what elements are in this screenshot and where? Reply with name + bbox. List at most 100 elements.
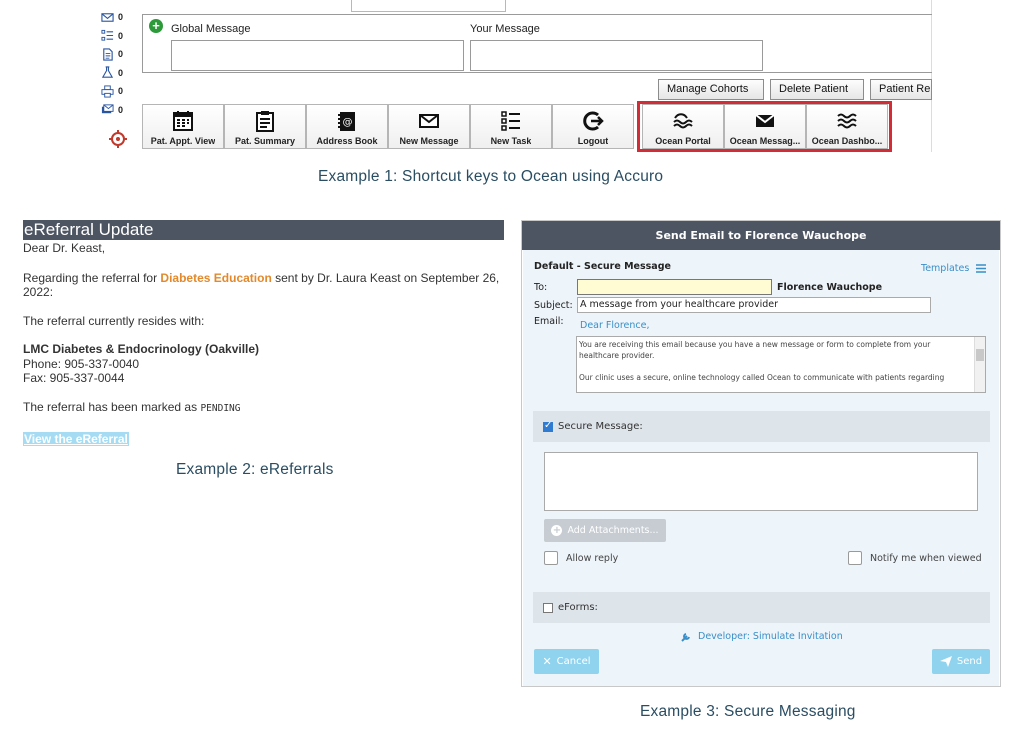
email-body-textarea[interactable]: You are receiving this email because you… xyxy=(576,336,986,393)
secure-message-section: Secure Message: xyxy=(533,411,990,442)
mail-count: 0 xyxy=(118,12,124,23)
eforms-checkbox[interactable] xyxy=(543,602,553,613)
patient-record-button[interactable]: Patient Re xyxy=(870,79,932,100)
view-ereferral-link[interactable]: View the eReferral xyxy=(23,432,129,446)
caption-example-2: Example 2: eReferrals xyxy=(176,461,334,478)
recipient-name: Florence Wauchope xyxy=(777,282,883,293)
new-task-label: New Task xyxy=(490,136,532,146)
printer-icon xyxy=(101,85,114,98)
left-icon-column: 0 0 0 0 0 0 xyxy=(101,8,135,119)
pat-summary-label: Pat. Summary xyxy=(234,136,296,146)
global-message-label: Global Message xyxy=(171,23,251,35)
subject-label: Subject: xyxy=(534,300,573,311)
send-email-dialog: Send Email to Florence Wauchope Default … xyxy=(521,220,1001,687)
logout-label: Logout xyxy=(577,136,609,146)
secure-message-field[interactable] xyxy=(544,452,978,511)
status-line: The referral has been marked as PENDING xyxy=(23,400,504,417)
cancel-label: Cancel xyxy=(556,656,591,667)
wrench-icon xyxy=(681,633,690,642)
dialog-title: Send Email to Florence Wauchope xyxy=(522,221,1000,250)
developer-simulate-label: Developer: Simulate Invitation xyxy=(698,631,843,642)
logout-icon xyxy=(583,111,604,131)
address-book-button[interactable]: @ Address Book xyxy=(306,104,388,149)
print-count: 0 xyxy=(118,86,124,97)
service-name: Diabetes Education xyxy=(160,270,272,285)
allow-reply-label: Allow reply xyxy=(566,552,619,564)
ereferral-regarding: Regarding the referral for Diabetes Educ… xyxy=(23,271,504,300)
notify-checkbox[interactable] xyxy=(848,551,862,565)
your-message-label: Your Message xyxy=(470,23,540,35)
address-book-icon: @ xyxy=(338,112,355,131)
pat-appt-view-button[interactable]: Pat. Appt. View xyxy=(142,104,224,149)
address-book-label: Address Book xyxy=(316,136,378,146)
subject-field[interactable]: A message from your healthcare provider xyxy=(577,297,931,313)
flask-icon xyxy=(101,66,114,78)
calendar-icon xyxy=(173,111,193,131)
add-attachments-button[interactable]: + Add Attachments... xyxy=(544,519,666,542)
ereferral-email: eReferral Update Dear Dr. Keast, Regardi… xyxy=(23,220,504,448)
templates-menu[interactable]: Templates xyxy=(921,263,987,274)
eforms-label: eForms: xyxy=(558,602,598,613)
your-message-field[interactable] xyxy=(470,40,763,71)
top-partial-field[interactable] xyxy=(351,0,506,12)
tasks-count: 0 xyxy=(118,30,124,41)
eforms-section: eForms: xyxy=(533,592,990,623)
secure-message-label: Secure Message: xyxy=(558,421,643,432)
close-icon: ✕ xyxy=(542,655,552,668)
resides-text: The referral currently resides with: xyxy=(23,313,205,328)
manage-cohorts-button[interactable]: Manage Cohorts xyxy=(658,79,764,100)
tasks-counter[interactable]: 0 xyxy=(101,27,135,46)
allow-reply-option[interactable]: Allow reply xyxy=(544,551,618,565)
dialog-body: Default - Secure Message Templates To: F… xyxy=(523,250,999,686)
global-message-field[interactable] xyxy=(171,40,464,71)
document-icon xyxy=(103,48,113,61)
notify-label: Notify me when viewed xyxy=(870,552,982,564)
email-line-1: You are receiving this email because you… xyxy=(579,340,931,349)
ocean-shortcuts-highlight xyxy=(637,101,892,152)
messages-count: 0 xyxy=(118,104,124,115)
new-message-button[interactable]: New Message xyxy=(388,104,470,149)
documents-counter[interactable]: 0 xyxy=(101,45,135,64)
developer-simulate-link[interactable]: Developer: Simulate Invitation xyxy=(681,631,843,642)
task-list-icon xyxy=(501,111,520,131)
messages-counter[interactable]: 0 xyxy=(101,101,135,120)
clinic-phone: Phone: 905-337-0040 xyxy=(23,356,140,371)
envelope-icon xyxy=(419,114,439,128)
mail-counter[interactable]: 0 xyxy=(101,8,135,27)
email-greeting: Dear Florence, xyxy=(580,320,650,331)
secure-message-checkbox[interactable] xyxy=(543,420,553,432)
status-prefix: The referral has been marked as xyxy=(23,399,198,414)
send-button[interactable]: Send xyxy=(932,649,990,674)
menu-icon xyxy=(976,264,987,273)
svg-text:@: @ xyxy=(343,117,353,128)
new-task-button[interactable]: New Task xyxy=(470,104,552,149)
pat-summary-button[interactable]: Pat. Summary xyxy=(224,104,306,149)
ereferral-greeting: Dear Dr. Keast, xyxy=(23,241,106,255)
regarding-line2: 2022: xyxy=(23,285,54,299)
email-line-2: healthcare provider. xyxy=(579,351,655,360)
caption-example-1: Example 1: Shortcut keys to Ocean using … xyxy=(318,168,664,185)
labs-counter[interactable]: 0 xyxy=(101,64,135,83)
email-scrollbar-thumb[interactable] xyxy=(976,349,984,361)
templates-label: Templates xyxy=(921,263,970,274)
plus-circle-icon: + xyxy=(551,525,563,536)
email-scrollbar[interactable] xyxy=(974,337,985,392)
notify-option[interactable]: Notify me when viewed xyxy=(848,551,982,565)
cancel-button[interactable]: ✕ Cancel xyxy=(534,649,599,674)
delete-patient-button[interactable]: Delete Patient xyxy=(770,79,864,100)
add-icon[interactable]: + xyxy=(149,19,163,33)
mail-icon xyxy=(101,12,114,22)
to-field[interactable] xyxy=(577,279,772,295)
regarding-suffix: sent by Dr. Laura Keast on September 26, xyxy=(275,270,500,285)
target-icon[interactable] xyxy=(108,129,128,149)
print-counter[interactable]: 0 xyxy=(101,82,135,101)
logout-button[interactable]: Logout xyxy=(552,104,634,149)
list-icon xyxy=(101,30,114,41)
documents-count: 0 xyxy=(118,49,124,60)
clipboard-icon xyxy=(256,111,274,132)
messages-icon xyxy=(101,104,114,114)
email-body-text: You are receiving this email because you… xyxy=(579,339,971,383)
paper-plane-icon xyxy=(939,656,952,667)
status-value: PENDING xyxy=(200,402,241,414)
allow-reply-checkbox[interactable] xyxy=(544,551,558,565)
